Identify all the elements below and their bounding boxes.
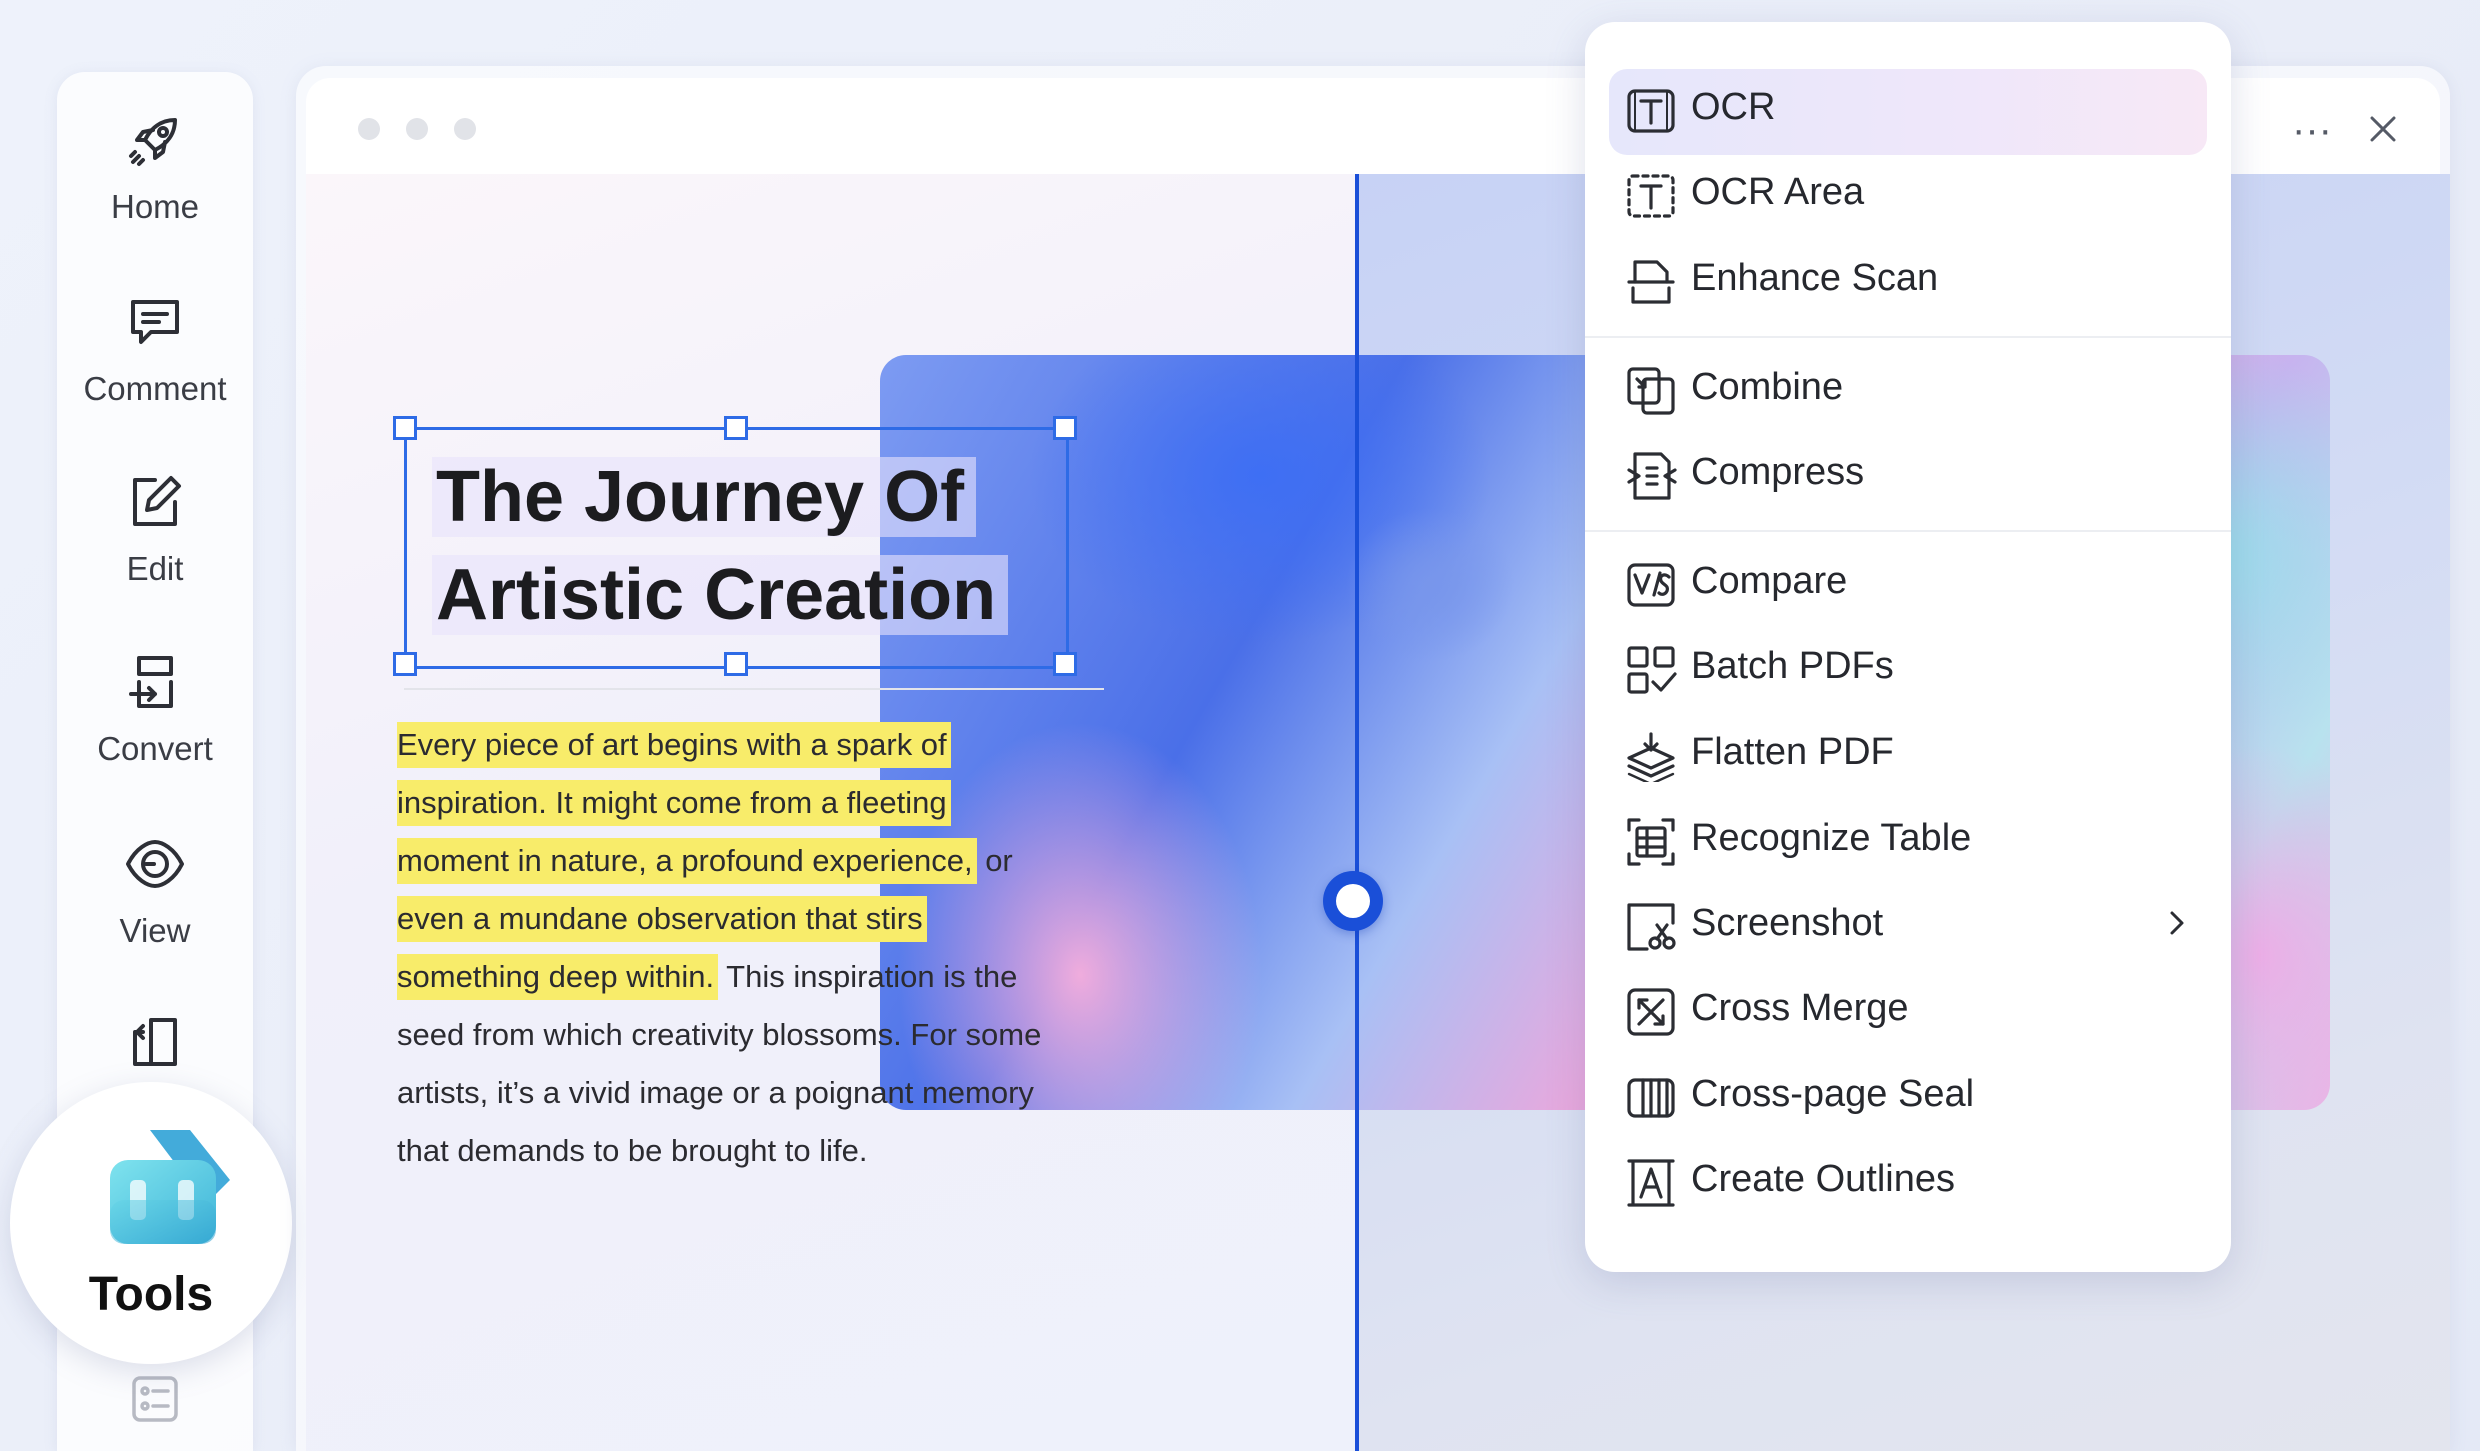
tools-button[interactable]: Tools (10, 1082, 292, 1364)
toolbox-icon (110, 1130, 230, 1244)
list-icon (132, 1376, 178, 1422)
batch-icon (1627, 646, 1677, 694)
sidebar-item-label: Home (110, 188, 200, 225)
compare-slider-handle[interactable] (1323, 871, 1383, 931)
menu-item-screenshot[interactable]: Screenshot (1585, 883, 2231, 967)
more-options-button[interactable]: ··· (2292, 108, 2332, 153)
menu-item-compress[interactable]: Compress (1585, 432, 2231, 516)
convert-icon (129, 656, 173, 708)
tools-label: Tools (88, 1268, 214, 1321)
menu-item-enhance-scan[interactable]: Enhance Scan (1585, 238, 2231, 322)
eye-icon (126, 840, 184, 888)
menu-item-label: Flatten PDF (1691, 731, 1894, 773)
sidebar-item-list[interactable] (57, 1372, 253, 1444)
menu-item-label: Recognize Table (1691, 817, 1972, 859)
cross-merge-icon (1627, 988, 1675, 1036)
body-text: that demands to be brought to life. (397, 1133, 868, 1168)
menu-item-compare[interactable]: Compare (1585, 541, 2231, 625)
menu-item-label: Cross-page Seal (1691, 1073, 1975, 1115)
menu-separator (1585, 336, 2231, 338)
menu-item-label: Combine (1691, 366, 1844, 408)
divider (404, 688, 1104, 690)
resize-handle[interactable] (724, 652, 748, 676)
ocr-icon (1627, 89, 1675, 133)
menu-item-ocr[interactable]: OCR (1585, 67, 2231, 155)
menu-item-label: Compare (1691, 560, 1848, 602)
document-title[interactable]: The Journey Of Artistic Creation (432, 448, 1072, 644)
menu-item-cross-page-seal[interactable]: Cross-page Seal (1585, 1054, 2231, 1138)
title-line: The Journey Of (432, 457, 977, 537)
close-icon[interactable] (2368, 114, 2398, 144)
menu-item-label: Create Outlines (1691, 1158, 1956, 1200)
sidebar-item-view[interactable]: View (57, 834, 253, 950)
resize-handle[interactable] (393, 652, 417, 676)
highlighted-text: Every piece of art begins with a spark o… (397, 722, 951, 768)
highlighted-text: even a mundane observation that stirs (397, 896, 927, 942)
body-text: This inspiration is the (718, 959, 1018, 994)
ocr-area-icon (1627, 174, 1675, 218)
chevron-right-icon (2170, 911, 2184, 935)
window-dot[interactable] (358, 118, 380, 140)
menu-item-recognize-table[interactable]: Recognize Table (1585, 798, 2231, 882)
resize-handle[interactable] (1053, 416, 1077, 440)
resize-handle[interactable] (393, 416, 417, 440)
sidebar-item-label: View (119, 912, 191, 949)
tools-menu: OCR OCR Area Enhance Scan Combine Compre (1585, 22, 2231, 1272)
body-text: artists, it’s a vivid image or a poignan… (397, 1075, 1034, 1110)
menu-item-label: Cross Merge (1691, 987, 1909, 1029)
compress-icon (1627, 452, 1677, 500)
menu-item-create-outlines[interactable]: Create Outlines (1585, 1139, 2231, 1223)
flatten-icon (1627, 732, 1675, 782)
edit-icon (133, 476, 181, 526)
window-dot[interactable] (406, 118, 428, 140)
highlighted-text: something deep within. (397, 954, 719, 1000)
sidebar-item-label: Edit (126, 550, 184, 587)
sidebar-item-label: Comment (83, 370, 227, 407)
title-line: Artistic Creation (432, 555, 1009, 635)
menu-item-combine[interactable]: Combine (1585, 347, 2231, 431)
sidebar-item-edit[interactable]: Edit (57, 472, 253, 588)
resize-handle[interactable] (1053, 652, 1077, 676)
comment-icon (131, 300, 179, 344)
body-text: seed from which creativity blossoms. For… (397, 1017, 1042, 1052)
menu-separator (1585, 530, 2231, 532)
window-dot[interactable] (454, 118, 476, 140)
highlighted-text: inspiration. It might come from a fleeti… (397, 780, 951, 826)
compare-divider[interactable] (1355, 174, 1359, 1451)
menu-item-label: OCR (1691, 86, 1776, 128)
seal-icon (1627, 1078, 1675, 1118)
sidebar-item-label: Convert (97, 730, 213, 767)
highlighted-text: moment in nature, a profound experience, (397, 838, 977, 884)
resize-handle[interactable] (724, 416, 748, 440)
scan-icon (1627, 260, 1675, 304)
sidebar-item-home[interactable]: Home (57, 110, 253, 226)
page-icon (133, 1018, 177, 1066)
document-body[interactable]: Every piece of art begins with a spark o… (397, 716, 1097, 1180)
menu-item-label: Screenshot (1691, 902, 1884, 944)
sidebar-item-page[interactable] (57, 1012, 253, 1090)
menu-item-label: OCR Area (1691, 171, 1865, 213)
combine-icon (1627, 367, 1675, 415)
sidebar-item-convert[interactable]: Convert (57, 652, 253, 768)
body-text: or (976, 843, 1013, 878)
outline-icon (1627, 1159, 1675, 1207)
menu-item-ocr-area[interactable]: OCR Area (1585, 152, 2231, 236)
sidebar-item-comment[interactable]: Comment (57, 292, 253, 408)
menu-item-flatten-pdf[interactable]: Flatten PDF (1585, 712, 2231, 796)
rocket-icon (129, 118, 177, 166)
screenshot-icon (1627, 903, 1676, 951)
menu-item-cross-merge[interactable]: Cross Merge (1585, 968, 2231, 1052)
menu-item-label: Enhance Scan (1691, 257, 1939, 299)
menu-item-label: Batch PDFs (1691, 645, 1894, 687)
menu-item-batch-pdfs[interactable]: Batch PDFs (1585, 626, 2231, 710)
compare-icon (1627, 563, 1675, 607)
menu-item-label: Compress (1691, 451, 1865, 493)
table-icon (1627, 818, 1675, 866)
